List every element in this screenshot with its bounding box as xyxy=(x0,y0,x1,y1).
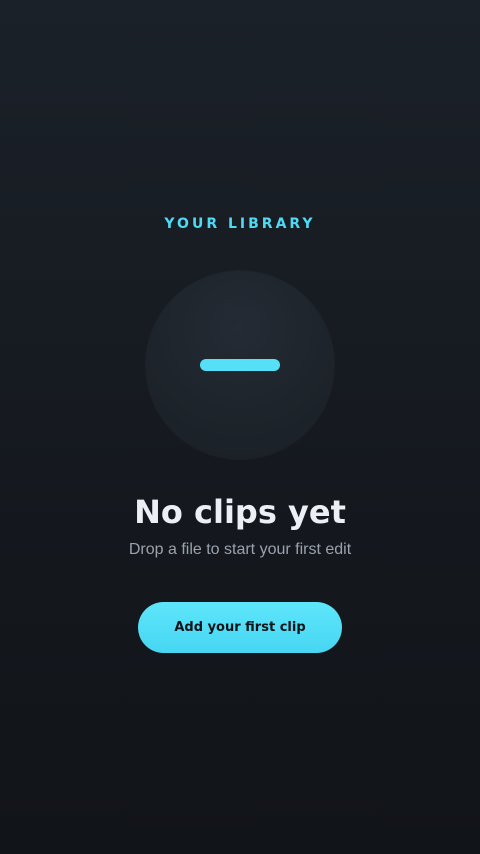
empty-illustration xyxy=(146,271,334,459)
empty-state-title: No clips yet xyxy=(134,493,346,531)
empty-state-subtitle: Drop a file to start your first edit xyxy=(128,541,352,558)
library-empty-screen: YOUR LIBRARY No clips yet Drop a file to… xyxy=(0,0,480,854)
minus-icon xyxy=(200,359,280,371)
add-first-clip-button[interactable]: Add your first clip xyxy=(138,602,342,653)
section-eyebrow: YOUR LIBRARY xyxy=(164,216,316,232)
